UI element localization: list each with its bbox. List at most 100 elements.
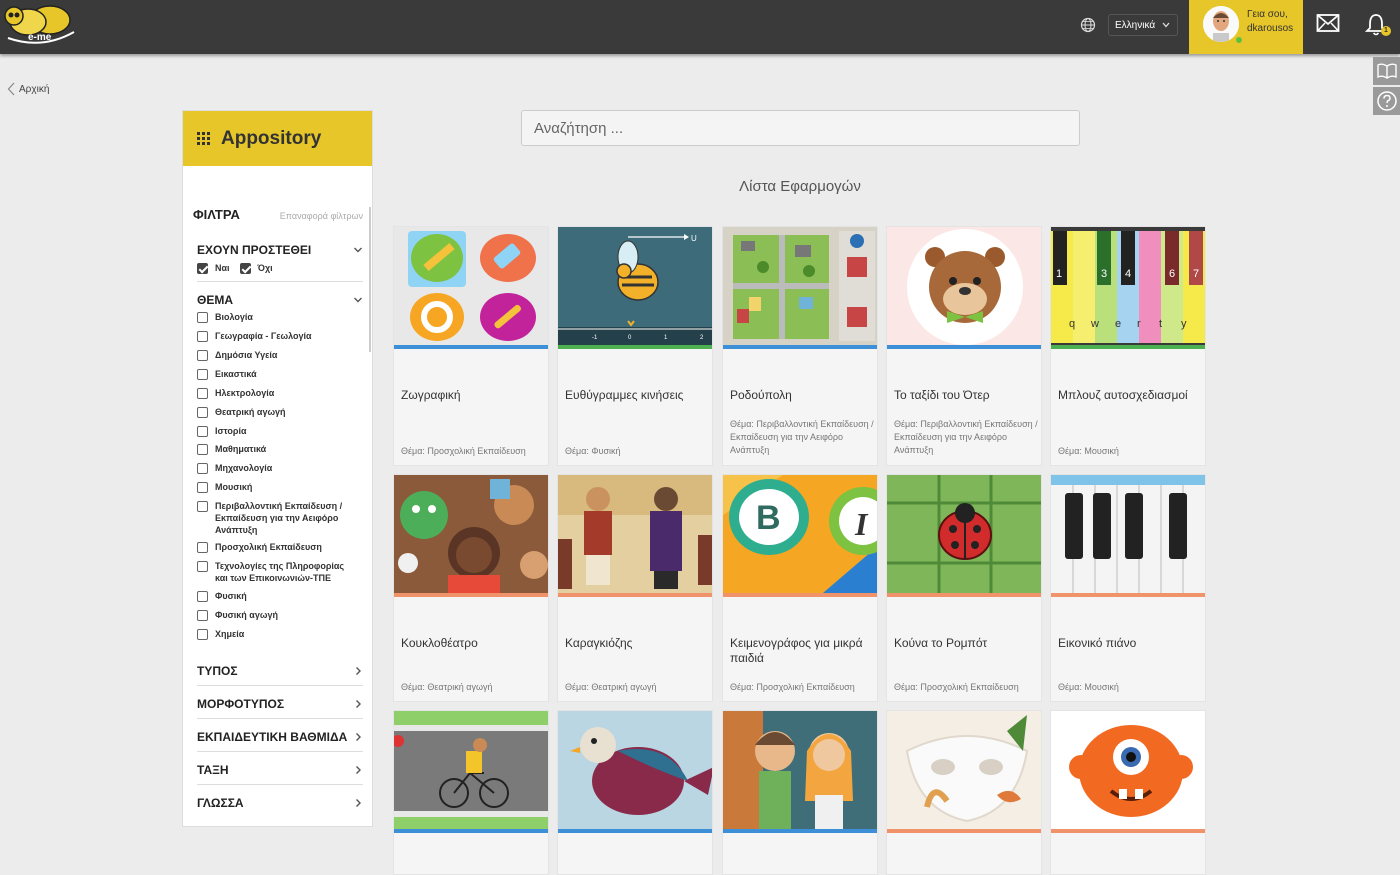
option-label: Μαθηματικά [215, 444, 267, 454]
checkbox[interactable] [197, 350, 208, 361]
filter-option-no[interactable]: Όχι [239, 262, 273, 274]
filter-group-theme-toggle[interactable]: ΘΕΜΑ [197, 293, 363, 307]
app-title[interactable]: Κειμενογράφος για μικρά παιδιά [730, 636, 872, 666]
svg-text:U: U [691, 234, 697, 243]
filter-group-type[interactable]: ΤΥΠΟΣ [197, 664, 363, 678]
filter-group-added: ΕΧΟΥΝ ΠΡΟΣΤΕΘΕΙ Ναι Όχι [197, 243, 363, 274]
filter-option-theme[interactable]: Ιστορία [197, 425, 357, 437]
checkbox[interactable] [197, 388, 208, 399]
filter-group-title: ΤΑΞΗ [197, 763, 229, 777]
search-input[interactable] [521, 110, 1080, 146]
checkbox[interactable] [197, 263, 208, 274]
checkbox[interactable] [197, 501, 208, 512]
filter-option-theme[interactable]: Θεατρική αγωγή [197, 406, 357, 418]
app-thumbnail [1051, 711, 1205, 829]
filter-option-theme[interactable]: Περιβαλλοντική Εκπαίδευση / Εκπαίδευση γ… [197, 500, 357, 536]
filter-option-theme[interactable]: Γεωγραφία - Γεωλογία [197, 330, 357, 342]
checkbox[interactable] [197, 542, 208, 553]
filter-option-theme[interactable]: Βιολογία [197, 311, 357, 323]
app-title[interactable]: Ροδούπολη [730, 388, 872, 403]
checkbox[interactable] [197, 426, 208, 437]
checkbox[interactable] [197, 444, 208, 455]
app-title[interactable]: Το ταξίδι του Ότερ [894, 388, 1036, 403]
filter-option-theme[interactable]: Εικαστικά [197, 368, 357, 380]
filter-group-added-toggle[interactable]: ΕΧΟΥΝ ΠΡΟΣΤΕΘΕΙ [197, 243, 363, 257]
filter-option-yes[interactable]: Ναι [197, 262, 230, 274]
checkbox[interactable] [197, 561, 208, 572]
app-title[interactable]: Κουκλοθέατρο [401, 636, 543, 651]
globe-icon[interactable] [1080, 17, 1096, 33]
checkbox[interactable] [197, 463, 208, 474]
app-card-virtual-piano[interactable]: Εικονικό πιάνο Θέμα: Μουσική [1050, 474, 1206, 702]
filters-title: ΦΙΛΤΡΑ [193, 207, 240, 222]
app-card-cyclist[interactable] [393, 710, 549, 875]
app-title[interactable]: Μπλουζ αυτοσχεδιασμοί [1058, 388, 1200, 403]
app-title[interactable]: Εικονικό πιάνο [1058, 636, 1200, 651]
app-subject: Θέμα: Προσχολική Εκπαίδευση [730, 682, 855, 692]
filter-option-theme[interactable]: Ηλεκτρολογία [197, 387, 357, 399]
card-accent-bar [723, 593, 877, 597]
user-profile-box[interactable]: Γεια σου, dkarousos [1189, 0, 1303, 54]
help-tool-button[interactable] [1373, 87, 1400, 115]
reset-filters-link[interactable]: Επαναφορά φίλτρων [280, 211, 363, 221]
checkbox[interactable] [197, 407, 208, 418]
top-bar: e-me Ελληνικά Γεια σου, dkarousos 1 [0, 0, 1400, 54]
checkbox[interactable] [197, 369, 208, 380]
app-card-kids-story[interactable] [722, 710, 878, 875]
avatar [1203, 6, 1239, 42]
language-select[interactable]: Ελληνικά [1108, 14, 1178, 36]
app-card-otter-journey[interactable]: Το ταξίδι του Ότερ Θέμα: Περιβαλλοντική … [886, 226, 1042, 466]
filter-group-format[interactable]: ΜΟΡΦΟΤΥΠΟΣ [197, 697, 363, 711]
app-title[interactable]: Κούνα το Ρομπότ [894, 636, 1036, 651]
filter-option-theme[interactable]: Φυσική αγωγή [197, 609, 357, 621]
app-card-mask[interactable] [886, 710, 1042, 875]
card-accent-bar [558, 345, 712, 349]
app-card-puppet-theatre[interactable]: Κουκλοθέατρο Θέμα: Θεατρική αγωγή [393, 474, 549, 702]
filter-option-theme[interactable]: Τεχνολογίες της Πληροφορίας και των Επικ… [197, 560, 357, 584]
checkbox[interactable] [197, 482, 208, 493]
filter-option-theme[interactable]: Δημόσια Υγεία [197, 349, 357, 361]
app-card-robot[interactable]: Κούνα το Ρομπότ Θέμα: Προσχολική Εκπαίδε… [886, 474, 1042, 702]
app-title[interactable]: Καραγκιόζης [565, 636, 707, 651]
filter-option-theme[interactable]: Προσχολική Εκπαίδευση [197, 541, 357, 553]
app-subject: Θέμα: Περιβαλλοντική Εκπαίδευση / Εκπαίδ… [730, 419, 874, 455]
checkbox[interactable] [197, 629, 208, 640]
breadcrumb[interactable]: Αρχική [7, 82, 49, 96]
filter-group-class[interactable]: ΤΑΞΗ [197, 763, 363, 777]
filter-option-theme[interactable]: Χημεία [197, 628, 357, 640]
app-card-monster[interactable] [1050, 710, 1206, 875]
app-thumbnail [394, 227, 548, 345]
filter-option-theme[interactable]: Μαθηματικά [197, 443, 357, 455]
app-card-rodoupoli[interactable]: Ροδούπολη Θέμα: Περιβαλλοντική Εκπαίδευσ… [722, 226, 878, 466]
card-accent-bar [887, 829, 1041, 833]
app-title[interactable]: Ζωγραφική [401, 388, 543, 403]
checkbox[interactable] [197, 610, 208, 621]
app-thumbnail [723, 711, 877, 829]
app-card-painting[interactable]: Ζωγραφική Θέμα: Προσχολική Εκπαίδευση [393, 226, 549, 466]
svg-text:e: e [1115, 318, 1121, 330]
checkbox[interactable] [197, 312, 208, 323]
filter-option-theme[interactable]: Μουσική [197, 481, 357, 493]
sidebar-scrollbar[interactable] [369, 207, 371, 352]
e-me-logo[interactable]: e-me [2, 2, 78, 50]
app-title[interactable]: Ευθύγραμμες κινήσεις [565, 388, 707, 403]
checkbox[interactable] [197, 331, 208, 342]
checkbox[interactable] [197, 591, 208, 602]
sidebar-title: Appository [221, 127, 322, 149]
sidebar-header: Appository [183, 111, 372, 166]
book-tool-button[interactable] [1373, 57, 1400, 85]
breadcrumb-home-link[interactable]: Αρχική [19, 84, 49, 95]
filter-group-language[interactable]: ΓΛΩΣΣΑ [197, 796, 363, 810]
option-label: Ιστορία [215, 426, 247, 436]
filter-option-theme[interactable]: Μηχανολογία [197, 462, 357, 474]
filter-option-theme[interactable]: Φυσική [197, 590, 357, 602]
app-card-karagiozis[interactable]: Καραγκιόζης Θέμα: Θεατρική αγωγή [557, 474, 713, 702]
filter-group-level[interactable]: ΕΚΠΑΙΔΕΥΤΙΚΗ ΒΑΘΜΙΔΑ [197, 730, 363, 744]
mail-icon[interactable] [1316, 13, 1340, 33]
app-card-linear-motion[interactable]: U -1 0 1 2 Ευθύγραμμες κινήσεις Θέμα: Φυ… [557, 226, 713, 466]
app-card-bird[interactable] [557, 710, 713, 875]
app-card-blues-improv[interactable]: 1 3 4 6 7 q w e r t y Μπλουζ αυτοσχεδιασ… [1050, 226, 1206, 466]
checkbox[interactable] [239, 263, 251, 274]
app-card-word-processor-kids[interactable]: B I Κειμενογράφος για μικρά παιδιά Θέμα:… [722, 474, 878, 702]
filter-group-title: ΘΕΜΑ [197, 293, 233, 307]
